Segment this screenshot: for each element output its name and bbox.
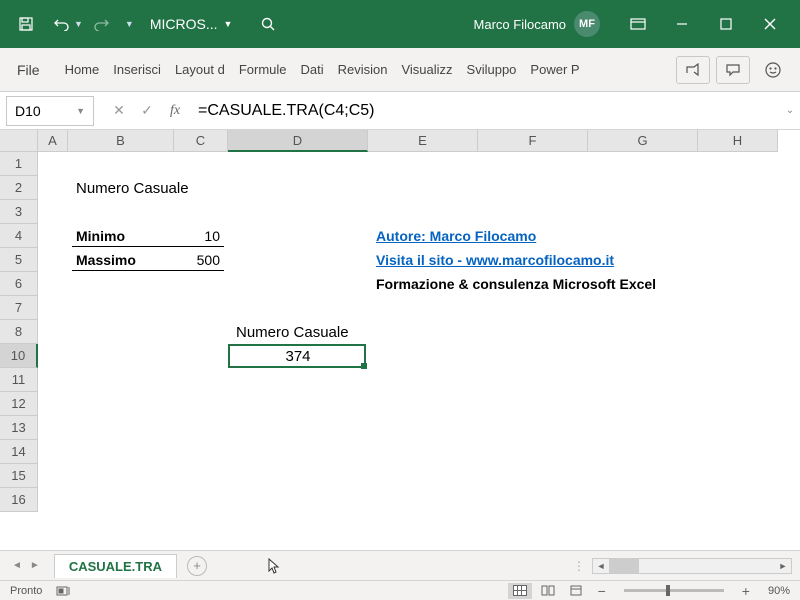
status-bar: Pronto − + 90% xyxy=(0,580,800,600)
cell-reference-text: D10 xyxy=(15,103,41,119)
cell-b4[interactable]: Minimo xyxy=(72,226,174,247)
col-header-c[interactable]: C xyxy=(174,130,228,152)
cell-d8[interactable]: Numero Casuale xyxy=(232,322,353,343)
tab-powerpivot[interactable]: Power P xyxy=(523,48,586,92)
tab-nav-next-icon[interactable]: ► xyxy=(26,560,44,571)
title-bar: ▼ ▼ MICROS... ▼ Marco Filocamo MF xyxy=(0,0,800,48)
row-header-15[interactable]: 15 xyxy=(0,464,38,488)
close-icon[interactable] xyxy=(748,6,792,42)
minimize-icon[interactable] xyxy=(660,6,704,42)
col-header-b[interactable]: B xyxy=(68,130,174,152)
ribbon-tabs: File Home Inserisci Layout d Formule Dat… xyxy=(0,48,800,92)
tab-nav-prev-icon[interactable]: ◄ xyxy=(8,560,26,571)
col-header-e[interactable]: E xyxy=(368,130,478,152)
zoom-in-icon[interactable]: + xyxy=(736,583,756,599)
tab-visualizza[interactable]: Visualizz xyxy=(394,48,459,92)
row-header-8[interactable]: 8 xyxy=(0,320,38,344)
enter-icon[interactable]: ✓ xyxy=(134,98,160,124)
search-icon[interactable] xyxy=(250,6,286,42)
row-header-3[interactable]: 3 xyxy=(0,200,38,224)
cell-e6[interactable]: Formazione & consulenza Microsoft Excel xyxy=(372,274,660,294)
zoom-level-text[interactable]: 90% xyxy=(768,585,790,597)
col-header-a[interactable]: A xyxy=(38,130,68,152)
tab-inserisci[interactable]: Inserisci xyxy=(106,48,168,92)
sheet-tab-active[interactable]: CASUALE.TRA xyxy=(54,554,177,578)
row-header-13[interactable]: 13 xyxy=(0,416,38,440)
help-icon[interactable] xyxy=(756,56,790,84)
document-title[interactable]: MICROS... ▼ xyxy=(150,16,233,32)
undo-dropdown-icon[interactable]: ▼ xyxy=(74,19,83,29)
macro-record-icon[interactable] xyxy=(56,585,72,597)
formula-bar: D10 ▼ ✕ ✓ fx ⌄ xyxy=(0,92,800,130)
cell-c4[interactable]: 10 xyxy=(174,226,224,247)
scroll-right-icon[interactable]: ► xyxy=(775,561,791,571)
tab-revisione[interactable]: Revision xyxy=(331,48,395,92)
row-header-4[interactable]: 4 xyxy=(0,224,38,248)
user-name-text: Marco Filocamo xyxy=(474,17,566,32)
row-header-2[interactable]: 2 xyxy=(0,176,38,200)
row-header-6[interactable]: 6 xyxy=(0,272,38,296)
cell-c5[interactable]: 500 xyxy=(174,250,224,271)
tab-formule[interactable]: Formule xyxy=(232,48,294,92)
tab-layout[interactable]: Layout d xyxy=(168,48,232,92)
select-all-corner[interactable] xyxy=(0,130,38,152)
zoom-slider[interactable] xyxy=(624,589,724,592)
comments-icon[interactable] xyxy=(716,56,750,84)
status-ready-text: Pronto xyxy=(10,585,42,597)
row-header-7[interactable]: 7 xyxy=(0,296,38,320)
cell-d10[interactable]: 374 xyxy=(228,346,368,367)
avatar[interactable]: MF xyxy=(574,11,600,37)
row-header-5[interactable]: 5 xyxy=(0,248,38,272)
row-header-14[interactable]: 14 xyxy=(0,440,38,464)
scroll-left-icon[interactable]: ◄ xyxy=(593,561,609,571)
row-headers: 1234567810111213141516 xyxy=(0,152,38,512)
cell-b5[interactable]: Massimo xyxy=(72,250,174,271)
row-header-10[interactable]: 10 xyxy=(0,344,38,368)
tab-file[interactable]: File xyxy=(10,48,58,92)
row-header-11[interactable]: 11 xyxy=(0,368,38,392)
name-box-dropdown-icon[interactable]: ▼ xyxy=(76,106,85,116)
horizontal-scrollbar[interactable]: ◄ ► xyxy=(592,558,792,574)
tab-dati[interactable]: Dati xyxy=(294,48,331,92)
column-headers: ABCDEFGH xyxy=(38,130,800,152)
document-name-text: MICROS... xyxy=(150,16,218,32)
add-sheet-icon[interactable]: + xyxy=(187,556,207,576)
col-header-g[interactable]: G xyxy=(588,130,698,152)
row-header-12[interactable]: 12 xyxy=(0,392,38,416)
zoom-out-icon[interactable]: − xyxy=(592,583,612,599)
cell-b2[interactable]: Numero Casuale xyxy=(72,178,193,199)
cells-area[interactable]: Numero Casuale Minimo 10 Massimo 500 Num… xyxy=(38,152,800,550)
view-normal-icon[interactable] xyxy=(508,583,532,599)
expand-formula-icon[interactable]: ⌄ xyxy=(780,105,800,116)
name-box[interactable]: D10 ▼ xyxy=(6,96,94,126)
qat-customize-icon[interactable]: ▼ xyxy=(125,19,134,29)
col-header-h[interactable]: H xyxy=(698,130,778,152)
fx-icon[interactable]: fx xyxy=(162,98,188,124)
tab-sviluppo[interactable]: Sviluppo xyxy=(460,48,524,92)
cancel-icon[interactable]: ✕ xyxy=(106,98,132,124)
row-header-1[interactable]: 1 xyxy=(0,152,38,176)
scrollbar-thumb[interactable] xyxy=(609,559,639,573)
save-icon[interactable] xyxy=(8,6,44,42)
formula-input[interactable] xyxy=(188,96,780,126)
redo-icon[interactable] xyxy=(83,6,119,42)
cell-e5-link[interactable]: Visita il sito - www.marcofilocamo.it xyxy=(372,250,618,270)
view-page-break-icon[interactable] xyxy=(564,583,588,599)
ribbon-display-icon[interactable] xyxy=(616,6,660,42)
row-header-16[interactable]: 16 xyxy=(0,488,38,512)
share-icon[interactable] xyxy=(676,56,710,84)
zoom-slider-thumb[interactable] xyxy=(666,585,670,596)
split-grip-icon[interactable]: ⋮ xyxy=(573,559,592,573)
sheet-tab-strip: ◄ ► CASUALE.TRA + ⋮ ◄ ► xyxy=(0,550,800,580)
view-page-layout-icon[interactable] xyxy=(536,583,560,599)
col-header-d[interactable]: D xyxy=(228,130,368,152)
cell-e4-link[interactable]: Autore: Marco Filocamo xyxy=(372,226,540,246)
spreadsheet-grid[interactable]: ABCDEFGH 1234567810111213141516 Numero C… xyxy=(0,130,800,550)
tab-home[interactable]: Home xyxy=(58,48,107,92)
cursor-icon xyxy=(267,557,281,575)
doc-dropdown-icon[interactable]: ▼ xyxy=(224,19,233,29)
col-header-f[interactable]: F xyxy=(478,130,588,152)
maximize-icon[interactable] xyxy=(704,6,748,42)
